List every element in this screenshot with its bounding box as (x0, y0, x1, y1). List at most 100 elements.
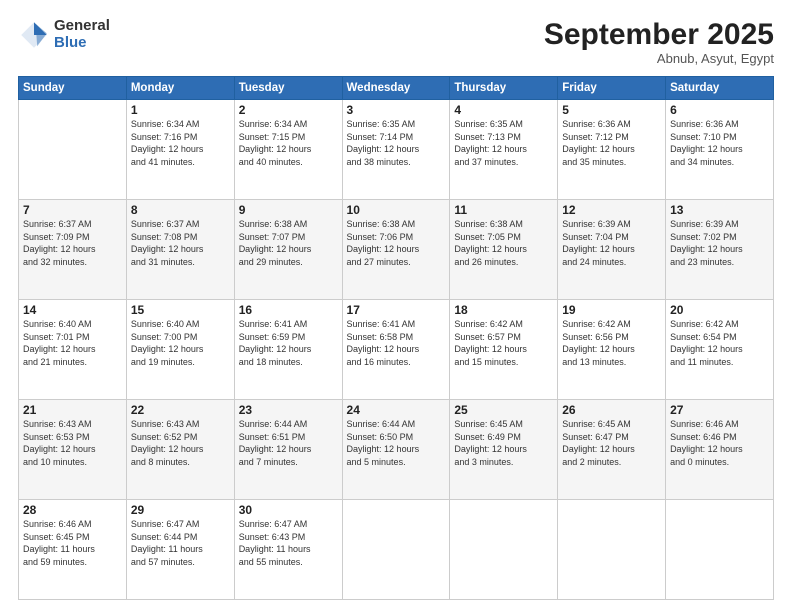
day-number: 21 (23, 403, 122, 417)
day-number: 20 (670, 303, 769, 317)
day-info: Sunrise: 6:37 AM Sunset: 7:09 PM Dayligh… (23, 218, 122, 268)
day-info: Sunrise: 6:39 AM Sunset: 7:04 PM Dayligh… (562, 218, 661, 268)
calendar-cell: 21Sunrise: 6:43 AM Sunset: 6:53 PM Dayli… (19, 400, 127, 500)
calendar-cell: 9Sunrise: 6:38 AM Sunset: 7:07 PM Daylig… (234, 200, 342, 300)
calendar-cell: 3Sunrise: 6:35 AM Sunset: 7:14 PM Daylig… (342, 100, 450, 200)
day-info: Sunrise: 6:39 AM Sunset: 7:02 PM Dayligh… (670, 218, 769, 268)
day-number: 1 (131, 103, 230, 117)
calendar-cell: 24Sunrise: 6:44 AM Sunset: 6:50 PM Dayli… (342, 400, 450, 500)
day-number: 14 (23, 303, 122, 317)
day-number: 17 (347, 303, 446, 317)
day-info: Sunrise: 6:35 AM Sunset: 7:13 PM Dayligh… (454, 118, 553, 168)
weekday-header-monday: Monday (126, 77, 234, 100)
calendar-cell: 13Sunrise: 6:39 AM Sunset: 7:02 PM Dayli… (666, 200, 774, 300)
calendar-cell: 10Sunrise: 6:38 AM Sunset: 7:06 PM Dayli… (342, 200, 450, 300)
day-number: 24 (347, 403, 446, 417)
day-number: 25 (454, 403, 553, 417)
day-number: 7 (23, 203, 122, 217)
day-info: Sunrise: 6:40 AM Sunset: 7:01 PM Dayligh… (23, 318, 122, 368)
calendar-cell: 12Sunrise: 6:39 AM Sunset: 7:04 PM Dayli… (558, 200, 666, 300)
day-number: 10 (347, 203, 446, 217)
day-number: 11 (454, 203, 553, 217)
day-number: 13 (670, 203, 769, 217)
logo-text: General Blue (54, 18, 110, 51)
day-info: Sunrise: 6:42 AM Sunset: 6:57 PM Dayligh… (454, 318, 553, 368)
calendar-cell: 22Sunrise: 6:43 AM Sunset: 6:52 PM Dayli… (126, 400, 234, 500)
day-info: Sunrise: 6:38 AM Sunset: 7:06 PM Dayligh… (347, 218, 446, 268)
weekday-header-row: SundayMondayTuesdayWednesdayThursdayFrid… (19, 77, 774, 100)
calendar-cell (450, 500, 558, 600)
day-info: Sunrise: 6:44 AM Sunset: 6:50 PM Dayligh… (347, 418, 446, 468)
calendar-cell (666, 500, 774, 600)
week-row-1: 1Sunrise: 6:34 AM Sunset: 7:16 PM Daylig… (19, 100, 774, 200)
calendar-cell: 20Sunrise: 6:42 AM Sunset: 6:54 PM Dayli… (666, 300, 774, 400)
day-info: Sunrise: 6:46 AM Sunset: 6:45 PM Dayligh… (23, 518, 122, 568)
day-info: Sunrise: 6:45 AM Sunset: 6:49 PM Dayligh… (454, 418, 553, 468)
day-number: 19 (562, 303, 661, 317)
calendar-cell: 4Sunrise: 6:35 AM Sunset: 7:13 PM Daylig… (450, 100, 558, 200)
logo-blue: Blue (54, 35, 110, 52)
month-title: September 2025 (544, 18, 774, 51)
day-number: 15 (131, 303, 230, 317)
calendar-cell: 29Sunrise: 6:47 AM Sunset: 6:44 PM Dayli… (126, 500, 234, 600)
day-info: Sunrise: 6:41 AM Sunset: 6:58 PM Dayligh… (347, 318, 446, 368)
day-number: 27 (670, 403, 769, 417)
day-number: 22 (131, 403, 230, 417)
week-row-5: 28Sunrise: 6:46 AM Sunset: 6:45 PM Dayli… (19, 500, 774, 600)
calendar-cell (19, 100, 127, 200)
day-number: 26 (562, 403, 661, 417)
logo: General Blue (18, 18, 110, 51)
weekday-header-friday: Friday (558, 77, 666, 100)
calendar-cell: 30Sunrise: 6:47 AM Sunset: 6:43 PM Dayli… (234, 500, 342, 600)
calendar-cell: 26Sunrise: 6:45 AM Sunset: 6:47 PM Dayli… (558, 400, 666, 500)
calendar-cell: 25Sunrise: 6:45 AM Sunset: 6:49 PM Dayli… (450, 400, 558, 500)
weekday-header-sunday: Sunday (19, 77, 127, 100)
week-row-4: 21Sunrise: 6:43 AM Sunset: 6:53 PM Dayli… (19, 400, 774, 500)
day-info: Sunrise: 6:34 AM Sunset: 7:16 PM Dayligh… (131, 118, 230, 168)
weekday-header-thursday: Thursday (450, 77, 558, 100)
calendar-cell: 1Sunrise: 6:34 AM Sunset: 7:16 PM Daylig… (126, 100, 234, 200)
calendar-cell: 19Sunrise: 6:42 AM Sunset: 6:56 PM Dayli… (558, 300, 666, 400)
day-info: Sunrise: 6:47 AM Sunset: 6:44 PM Dayligh… (131, 518, 230, 568)
day-number: 6 (670, 103, 769, 117)
day-info: Sunrise: 6:35 AM Sunset: 7:14 PM Dayligh… (347, 118, 446, 168)
calendar-table: SundayMondayTuesdayWednesdayThursdayFrid… (18, 76, 774, 600)
day-number: 30 (239, 503, 338, 517)
weekday-header-tuesday: Tuesday (234, 77, 342, 100)
calendar-cell: 18Sunrise: 6:42 AM Sunset: 6:57 PM Dayli… (450, 300, 558, 400)
day-info: Sunrise: 6:36 AM Sunset: 7:10 PM Dayligh… (670, 118, 769, 168)
day-number: 16 (239, 303, 338, 317)
day-number: 5 (562, 103, 661, 117)
page: General Blue September 2025 Abnub, Asyut… (0, 0, 792, 612)
calendar-cell: 15Sunrise: 6:40 AM Sunset: 7:00 PM Dayli… (126, 300, 234, 400)
day-info: Sunrise: 6:43 AM Sunset: 6:52 PM Dayligh… (131, 418, 230, 468)
day-info: Sunrise: 6:38 AM Sunset: 7:05 PM Dayligh… (454, 218, 553, 268)
day-number: 8 (131, 203, 230, 217)
calendar-cell: 14Sunrise: 6:40 AM Sunset: 7:01 PM Dayli… (19, 300, 127, 400)
calendar-cell: 7Sunrise: 6:37 AM Sunset: 7:09 PM Daylig… (19, 200, 127, 300)
day-info: Sunrise: 6:44 AM Sunset: 6:51 PM Dayligh… (239, 418, 338, 468)
week-row-2: 7Sunrise: 6:37 AM Sunset: 7:09 PM Daylig… (19, 200, 774, 300)
week-row-3: 14Sunrise: 6:40 AM Sunset: 7:01 PM Dayli… (19, 300, 774, 400)
location-subtitle: Abnub, Asyut, Egypt (544, 51, 774, 66)
calendar-cell: 11Sunrise: 6:38 AM Sunset: 7:05 PM Dayli… (450, 200, 558, 300)
day-info: Sunrise: 6:45 AM Sunset: 6:47 PM Dayligh… (562, 418, 661, 468)
calendar-cell: 27Sunrise: 6:46 AM Sunset: 6:46 PM Dayli… (666, 400, 774, 500)
day-number: 4 (454, 103, 553, 117)
day-number: 18 (454, 303, 553, 317)
calendar-cell: 5Sunrise: 6:36 AM Sunset: 7:12 PM Daylig… (558, 100, 666, 200)
calendar-cell: 17Sunrise: 6:41 AM Sunset: 6:58 PM Dayli… (342, 300, 450, 400)
weekday-header-wednesday: Wednesday (342, 77, 450, 100)
header: General Blue September 2025 Abnub, Asyut… (18, 18, 774, 66)
weekday-header-saturday: Saturday (666, 77, 774, 100)
day-info: Sunrise: 6:42 AM Sunset: 6:54 PM Dayligh… (670, 318, 769, 368)
title-block: September 2025 Abnub, Asyut, Egypt (544, 18, 774, 66)
day-info: Sunrise: 6:34 AM Sunset: 7:15 PM Dayligh… (239, 118, 338, 168)
logo-general: General (54, 18, 110, 35)
day-number: 29 (131, 503, 230, 517)
calendar-cell: 2Sunrise: 6:34 AM Sunset: 7:15 PM Daylig… (234, 100, 342, 200)
day-info: Sunrise: 6:43 AM Sunset: 6:53 PM Dayligh… (23, 418, 122, 468)
day-info: Sunrise: 6:38 AM Sunset: 7:07 PM Dayligh… (239, 218, 338, 268)
day-number: 12 (562, 203, 661, 217)
calendar-cell: 8Sunrise: 6:37 AM Sunset: 7:08 PM Daylig… (126, 200, 234, 300)
